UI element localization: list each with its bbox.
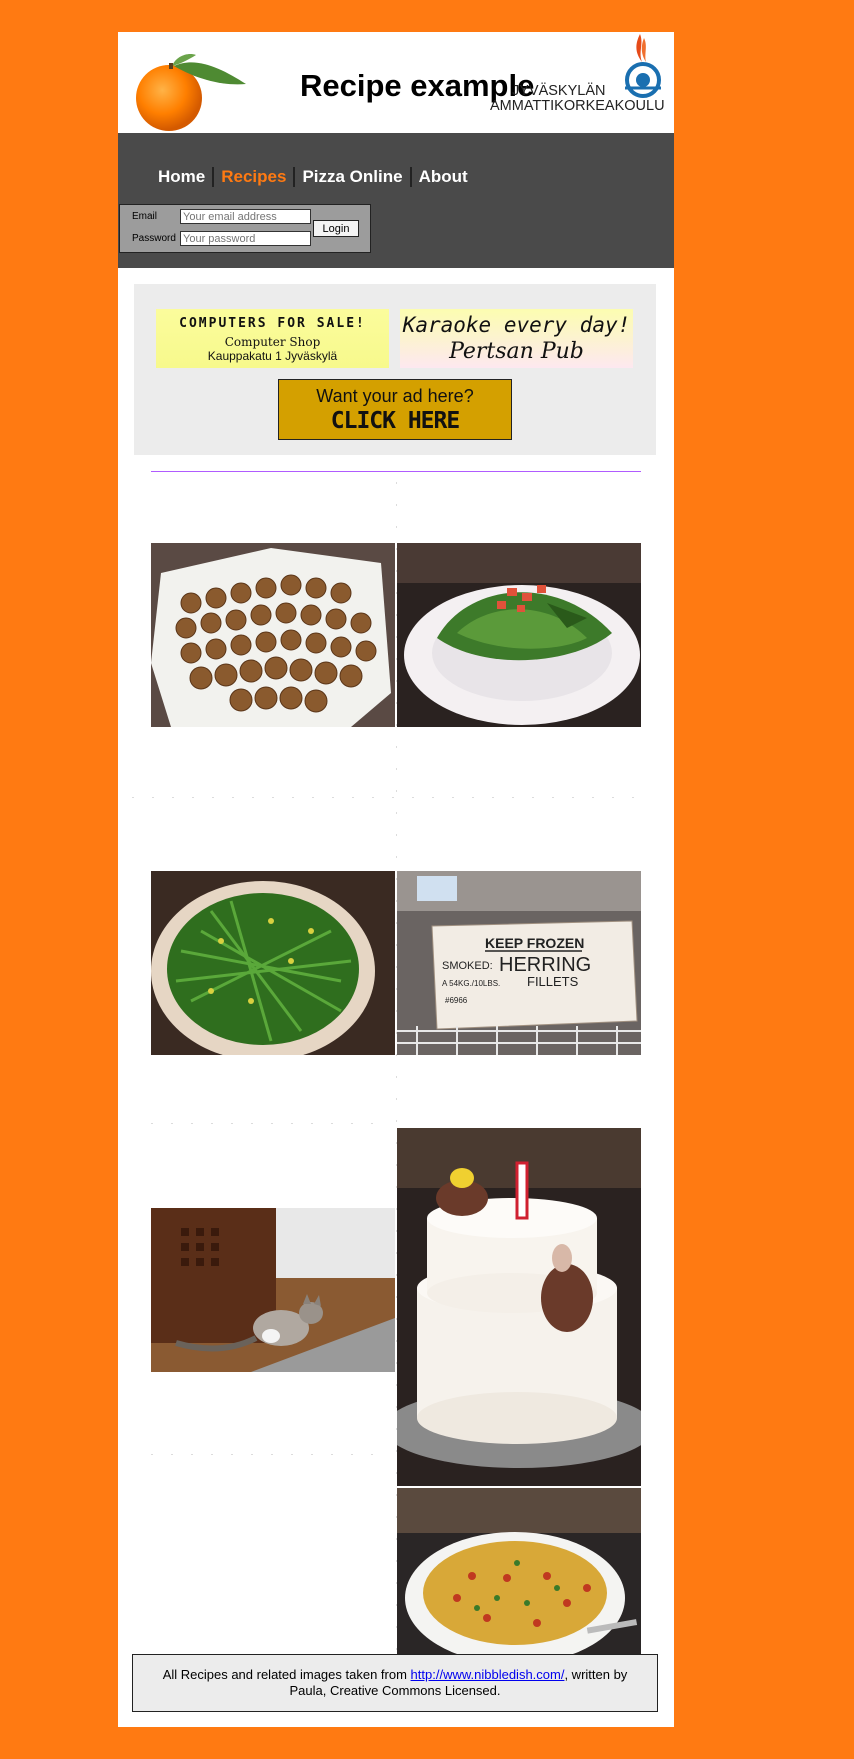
herring-sign-fillets: FILLETS bbox=[527, 974, 579, 989]
recipe-image-green-beans[interactable] bbox=[151, 871, 395, 1055]
recipe-image-casserole[interactable] bbox=[397, 1488, 641, 1672]
ad-karaoke-headline: Karaoke every day! bbox=[402, 313, 631, 337]
navbar: Home Recipes Pizza Online About Email Pa… bbox=[118, 133, 674, 268]
ad-computers-headline: COMPUTERS FOR SALE! bbox=[179, 316, 366, 331]
recipe-image-cat[interactable] bbox=[151, 1208, 395, 1372]
herring-sign-weight: A 54KG./10LBS. bbox=[442, 979, 500, 988]
ad-click-here[interactable]: Want your ad here? CLICK HERE bbox=[278, 379, 512, 440]
ad-karaoke[interactable]: Karaoke every day! Pertsan Pub bbox=[400, 309, 633, 368]
nav-menu: Home Recipes Pizza Online About bbox=[158, 167, 468, 187]
footer-source-link[interactable]: http://www.nibbledish.com/ bbox=[411, 1667, 565, 1682]
email-label: Email bbox=[132, 211, 158, 222]
recipe-image-herring[interactable]: KEEP FROZEN SMOKED: HERRING FILLETS A 54… bbox=[397, 871, 641, 1055]
jamk-logo-text: JYVÄSKYLÄN AMMATTIKORKEAKOULU bbox=[490, 84, 665, 114]
herring-sign-code: #6966 bbox=[445, 996, 468, 1005]
login-button[interactable]: Login bbox=[313, 220, 359, 237]
password-field[interactable] bbox=[180, 231, 311, 246]
grid-divider bbox=[151, 1454, 391, 1455]
password-label: Password bbox=[132, 233, 176, 244]
logo-line-1: JYVÄSKYLÄN bbox=[512, 83, 606, 99]
email-field[interactable] bbox=[180, 209, 311, 224]
divider bbox=[151, 471, 641, 472]
nav-separator bbox=[212, 167, 215, 187]
recipe-image-salad[interactable] bbox=[397, 543, 641, 727]
footer-text-before: All Recipes and related images taken fro… bbox=[162, 1667, 411, 1682]
nav-separator bbox=[409, 167, 412, 187]
ad-computers-shop: Computer Shop bbox=[224, 335, 321, 349]
logo-line-2: AMMATTIKORKEAKOULU bbox=[490, 98, 665, 114]
nav-recipes[interactable]: Recipes bbox=[221, 167, 286, 187]
nav-about[interactable]: About bbox=[419, 167, 468, 187]
nav-separator bbox=[293, 167, 296, 187]
recipe-image-fishcakes[interactable] bbox=[151, 543, 395, 727]
grid-divider bbox=[151, 1123, 391, 1124]
ads-panel: COMPUTERS FOR SALE! Computer Shop Kauppa… bbox=[134, 284, 656, 455]
herring-sign-herring: HERRING bbox=[499, 954, 591, 976]
herring-sign-smoked: SMOKED: bbox=[442, 960, 493, 972]
ad-karaoke-pub: Pertsan Pub bbox=[449, 339, 584, 364]
ad-click-cta: CLICK HERE bbox=[330, 408, 460, 434]
ad-click-question: Want your ad here? bbox=[316, 386, 474, 406]
header: Recipe example JYVÄSKYLÄN AMMATTIKORKEAK… bbox=[118, 32, 674, 132]
recipe-image-cake[interactable] bbox=[397, 1128, 641, 1486]
nav-home[interactable]: Home bbox=[158, 167, 205, 187]
footer: All Recipes and related images taken fro… bbox=[132, 1654, 658, 1712]
ad-computers-for-sale[interactable]: COMPUTERS FOR SALE! Computer Shop Kauppa… bbox=[156, 309, 389, 368]
ad-computers-address: Kauppakatu 1 Jyväskylä bbox=[207, 349, 338, 363]
login-form: Email Password Login bbox=[119, 204, 371, 253]
grid-divider bbox=[132, 797, 652, 798]
page-container: Recipe example JYVÄSKYLÄN AMMATTIKORKEAK… bbox=[118, 32, 674, 1727]
herring-sign-keep-frozen: KEEP FROZEN bbox=[485, 935, 584, 951]
nav-pizza-online[interactable]: Pizza Online bbox=[302, 167, 402, 187]
